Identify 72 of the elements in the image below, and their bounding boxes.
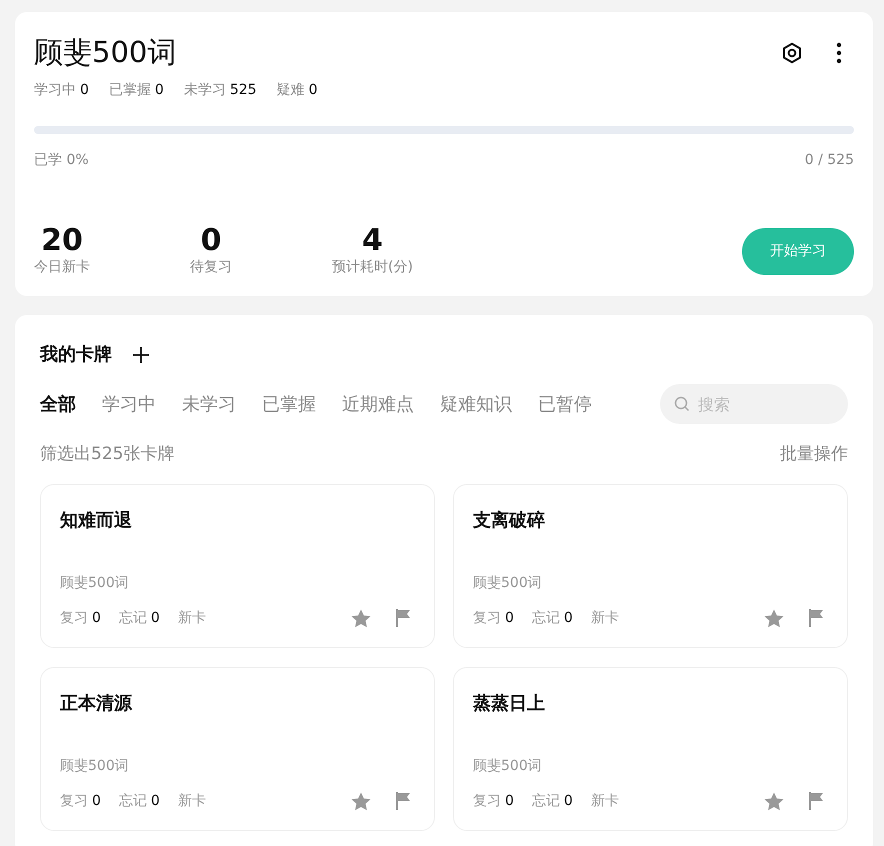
count-label: 复习	[60, 792, 88, 810]
count-label: 忘记	[532, 608, 560, 628]
word-card[interactable]: 支离破碎 顾斐500词 复习 0 忘记 0 新卡	[453, 484, 848, 648]
count-label: 复习	[60, 608, 88, 628]
card-title: 蒸蒸日上	[473, 692, 546, 716]
progress-count: 0 / 525	[804, 150, 854, 170]
progress-label: 已学 0%	[34, 150, 89, 170]
flag-icon[interactable]	[395, 792, 411, 810]
count-value: 0	[564, 792, 573, 810]
flag-icon[interactable]	[808, 792, 824, 810]
count-value: 0	[150, 792, 160, 810]
deck-title: 顾斐500词	[34, 34, 176, 71]
batch-action-link[interactable]: 批量操作	[780, 442, 848, 468]
count-value: 0	[505, 792, 514, 810]
hexagon-nut-icon	[780, 40, 804, 65]
count-label: 忘记	[118, 792, 147, 810]
star-icon[interactable]	[351, 792, 371, 810]
summary-value: 0	[200, 224, 222, 257]
stat-value: 0	[154, 80, 164, 100]
stat-value: 525	[230, 80, 257, 100]
filter-tab[interactable]: 疑难知识	[440, 390, 512, 418]
star-icon[interactable]	[764, 792, 784, 810]
filter-tab[interactable]: 学习中	[102, 390, 156, 418]
summary-value: 4	[362, 224, 383, 257]
card-deck: 顾斐500词	[60, 756, 130, 776]
panel-title: 我的卡牌	[40, 343, 112, 367]
flag-icon[interactable]	[395, 609, 411, 627]
count-value: 0	[92, 608, 101, 628]
stat-value: 0	[308, 80, 318, 100]
card-status: 新卡	[178, 608, 206, 628]
card-title: 支离破碎	[473, 508, 546, 532]
count-value: 0	[564, 608, 573, 628]
card-status: 新卡	[178, 792, 206, 810]
summary-label: 今日新卡	[34, 258, 90, 277]
stat-label: 学习中	[34, 80, 76, 100]
card-status: 新卡	[590, 792, 619, 810]
count-label: 复习	[473, 792, 501, 810]
filter-tab[interactable]: 近期难点	[342, 390, 414, 418]
summary-label: 待复习	[190, 258, 232, 277]
card-title: 正本清源	[60, 692, 134, 716]
word-card[interactable]: 知难而退 顾斐500词 复习 0 忘记 0 新卡	[40, 484, 435, 648]
star-icon[interactable]	[764, 608, 784, 628]
flag-icon[interactable]	[808, 609, 824, 627]
card-deck: 顾斐500词	[473, 574, 543, 592]
plus-icon	[132, 346, 150, 364]
count-value: 0	[150, 608, 160, 628]
summary-value: 20	[41, 224, 83, 257]
filter-tab[interactable]: 未学习	[182, 390, 236, 418]
star-icon[interactable]	[351, 608, 371, 628]
count-label: 忘记	[532, 792, 560, 810]
stat-label: 疑难	[276, 80, 305, 100]
word-card[interactable]: 正本清源 顾斐500词 复习 0 忘记 0 新卡	[40, 666, 435, 830]
search-icon	[674, 396, 690, 412]
start-button[interactable]: 开始学习	[742, 228, 854, 274]
stat-label: 已掌握	[108, 80, 151, 100]
stat-value: 0	[80, 80, 89, 100]
word-card[interactable]: 蒸蒸日上 顾斐500词 复习 0 忘记 0 新卡	[453, 666, 848, 830]
summary-label: 预计耗时(分)	[332, 258, 413, 277]
card-status: 新卡	[590, 608, 619, 628]
count-value: 0	[92, 792, 101, 810]
filter-tab[interactable]: 已暂停	[538, 390, 592, 418]
stat-label: 未学习	[184, 80, 226, 100]
card-deck: 顾斐500词	[473, 756, 543, 776]
filter-tab[interactable]: 全部	[40, 390, 76, 418]
more-vertical-icon	[836, 42, 842, 64]
filter-count: 筛选出525张卡牌	[40, 443, 174, 466]
count-label: 复习	[473, 608, 501, 628]
card-deck: 顾斐500词	[60, 574, 130, 592]
count-value: 0	[505, 608, 514, 628]
filter-tab[interactable]: 已掌握	[262, 390, 316, 418]
card-title: 知难而退	[60, 508, 133, 532]
count-label: 忘记	[118, 608, 147, 628]
